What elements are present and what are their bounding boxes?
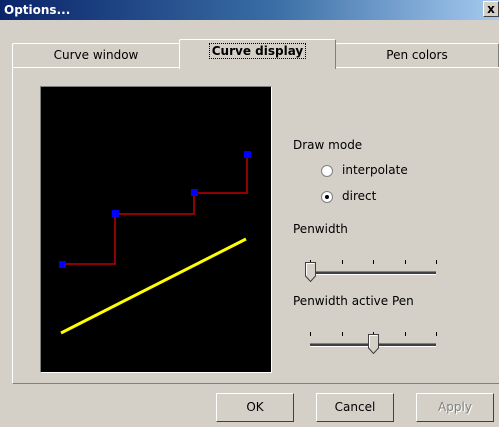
close-button[interactable]: x (483, 1, 499, 17)
tab-curve-window[interactable]: Curve window (12, 43, 180, 67)
preview-step-line (62, 155, 248, 265)
radio-direct-label: direct (342, 189, 377, 203)
radio-direct[interactable] (321, 191, 333, 203)
slider-tick (436, 260, 437, 264)
radio-dot-icon (325, 195, 329, 199)
slider-tick (310, 332, 311, 336)
slider-tick (436, 332, 437, 336)
slider-tick (373, 260, 374, 264)
preview-point (244, 151, 251, 158)
cancel-button[interactable]: Cancel (316, 393, 394, 422)
slider-tick (342, 332, 343, 336)
tab-curve-window-label: Curve window (53, 48, 139, 62)
slider-thumb[interactable] (368, 334, 379, 354)
radio-interpolate[interactable] (321, 165, 333, 177)
draw-mode-label: Draw mode (293, 138, 363, 152)
preview-straight-line (60, 237, 247, 335)
slider-track (310, 271, 436, 275)
curve-preview (40, 86, 272, 373)
curve-preview-svg (59, 151, 251, 335)
radio-interpolate-label: interpolate (342, 163, 408, 177)
preview-point (59, 261, 66, 268)
penwidth-active-slider[interactable] (304, 326, 442, 360)
tab-pen-colors-label: Pen colors (386, 48, 448, 62)
preview-point (191, 189, 198, 196)
penwidth-label: Penwidth (293, 222, 348, 236)
penwidth-active-label: Penwidth active Pen (293, 294, 414, 308)
slider-tick (405, 332, 406, 336)
apply-button[interactable]: Apply (416, 393, 494, 422)
tab-curve-display-label: Curve display (208, 43, 307, 59)
ok-button[interactable]: OK (216, 393, 294, 422)
tab-pen-colors[interactable]: Pen colors (335, 43, 499, 67)
window-title: Options... (4, 3, 71, 17)
tab-curve-display[interactable]: Curve display (179, 39, 336, 69)
preview-point (112, 210, 119, 217)
slider-tick (342, 260, 343, 264)
title-bar: Options... x (0, 0, 499, 20)
slider-thumb[interactable] (305, 262, 316, 282)
slider-tick (405, 260, 406, 264)
close-icon: x (487, 2, 495, 16)
penwidth-slider[interactable] (304, 254, 442, 288)
